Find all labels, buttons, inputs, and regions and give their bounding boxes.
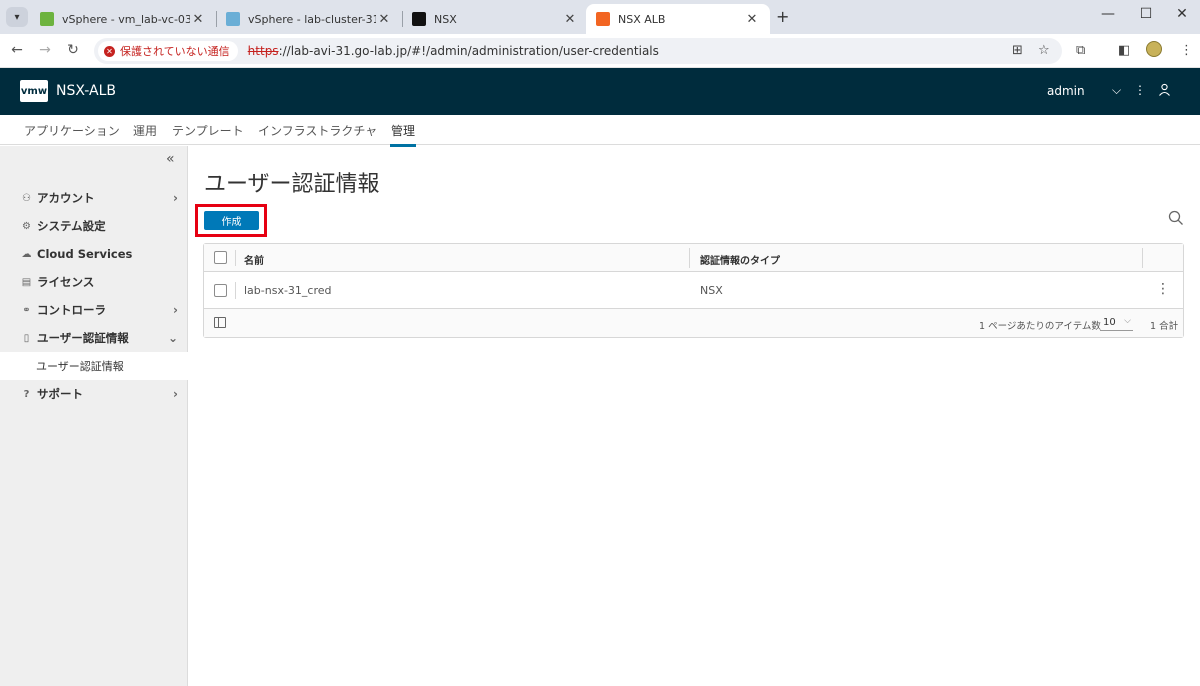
column-header-name[interactable]: 名前 [244,252,264,267]
chevron-right-icon: › [173,191,178,205]
cell-type: NSX [700,284,723,297]
sidebar-item-support[interactable]: ? サポート › [0,380,188,408]
sidebar-item-licensing[interactable]: ▤ ライセンス [0,268,188,296]
new-tab-icon[interactable]: + [776,7,789,26]
column-divider[interactable] [689,248,690,268]
nav-operations[interactable]: 運用 [133,122,157,139]
close-tab-icon[interactable]: ✕ [190,12,206,27]
profile-avatar[interactable] [1146,41,1162,57]
browser-tab-strip: ▾ vSphere - vm_lab-vc-03 - サマリ ✕ vSphere… [0,0,1200,34]
translate-icon[interactable]: ⊞ [1012,43,1023,58]
vsphere-favicon-icon [226,12,240,26]
vmware-logo: vmw [20,80,48,102]
select-all-checkbox[interactable] [214,251,227,264]
bookmark-star-icon[interactable]: ☆ [1038,43,1050,58]
browser-tab-vsphere-cluster[interactable]: vSphere - lab-cluster-31 - ネット ✕ [216,4,402,34]
forward-icon[interactable]: → [36,42,54,58]
chevron-down-icon: ⌄ [167,331,178,345]
browser-tab-nsx-alb[interactable]: NSX ALB ✕ [586,4,770,34]
grid-header: 名前 認証情報のタイプ [204,244,1183,272]
page-size-label: 1 ページあたりのアイテム数 [979,321,1101,332]
security-indicator[interactable]: ✕ 保護されていない通信 [98,41,238,61]
maximize-icon[interactable]: ☐ [1136,6,1156,22]
sidebar-item-controller[interactable]: ⚭ コントローラ › [0,296,188,324]
sidebar-subitem-user-credentials[interactable]: ユーザー認証情報 [0,352,188,380]
sidebar-item-system-settings[interactable]: ⚙ システム設定 [0,212,188,240]
row-checkbox[interactable] [214,284,227,297]
search-icon[interactable] [1168,210,1184,226]
extensions-icon[interactable]: ⧉ [1076,43,1085,58]
sidebar-item-user-credentials[interactable]: ▯ ユーザー認証情報 ⌄ [0,324,188,352]
nav-administration[interactable]: 管理 [389,122,417,147]
url-text[interactable]: https://lab-avi-31.go-lab.jp/#!/admin/ad… [248,44,659,58]
browser-tab-vsphere-vm[interactable]: vSphere - vm_lab-vc-03 - サマリ ✕ [30,4,216,34]
vsphere-favicon-icon [40,12,54,26]
browser-menu-icon[interactable]: ⋮ [1180,43,1193,58]
row-actions-icon[interactable]: ⋮ [1156,281,1170,297]
chevron-down-icon[interactable]: ⌵ [1112,83,1121,98]
cluster-icon: ⚭ [22,304,31,316]
nav-applications[interactable]: アプリケーション [24,122,120,139]
total-count: 1 合計 [1150,321,1179,332]
omnibox[interactable]: ✕ 保護されていない通信 https://lab-avi-31.go-lab.j… [94,38,1062,64]
app-header: vmw NSX-ALB admin ⌵ ⋮ [0,68,1200,115]
create-button[interactable]: 作成 [204,211,259,230]
close-tab-icon[interactable]: ✕ [562,12,578,27]
sidebar: « ⚇ アカウント › ⚙ システム設定 ☁ Cloud Services ▤ … [0,146,188,686]
column-switch-icon[interactable] [214,317,226,328]
user-icon[interactable] [1158,83,1171,99]
table-row[interactable]: lab-nsx-31_cred NSX ⋮ [204,272,1183,309]
side-panel-icon[interactable]: ◧ [1118,43,1130,58]
address-bar-row: ← → ↻ ✕ 保護されていない通信 https://lab-avi-31.go… [0,34,1200,68]
main-nav: アプリケーション 運用 テンプレート インフラストラクチャ 管理 [0,115,1200,147]
nav-infrastructure[interactable]: インフラストラクチャ [258,122,377,139]
sidebar-item-cloud-services[interactable]: ☁ Cloud Services [0,240,188,268]
minimize-icon[interactable]: — [1098,6,1118,22]
close-tab-icon[interactable]: ✕ [376,12,392,27]
chevron-down-icon: ⌵ [1124,316,1131,326]
license-icon: ▤ [21,276,32,288]
cloud-services-icon: ☁ [21,248,32,260]
close-window-icon[interactable]: ✕ [1172,6,1192,22]
back-icon[interactable]: ← [8,42,26,58]
browser-tab-nsx[interactable]: NSX ✕ [402,4,588,34]
help-icon: ? [23,388,30,400]
chevron-down-icon: ▾ [14,11,20,23]
app-name: NSX-ALB [56,83,116,99]
user-menu[interactable]: admin [1047,84,1085,98]
more-vertical-icon[interactable]: ⋮ [1134,83,1146,97]
column-header-type[interactable]: 認証情報のタイプ [700,252,780,267]
nav-templates[interactable]: テンプレート [172,122,244,139]
avi-favicon-icon [596,12,610,26]
cell-name[interactable]: lab-nsx-31_cred [244,284,332,297]
sidebar-item-accounts[interactable]: ⚇ アカウント › [0,184,188,212]
nsx-favicon-icon [412,12,426,26]
collapse-sidebar-icon[interactable]: « [166,151,175,167]
page-title: ユーザー認証情報 [204,172,380,197]
column-divider[interactable] [1142,248,1143,268]
grid-footer: 1 ページあたりのアイテム数 10 ⌵ 1 合計 [204,309,1183,337]
column-divider [235,282,236,299]
chevron-right-icon: › [173,387,178,401]
clipboard-icon: ▯ [23,332,30,344]
chevron-right-icon: › [173,303,178,317]
credentials-grid: 名前 認証情報のタイプ lab-nsx-31_cred NSX ⋮ 1 ページあ… [203,243,1184,338]
cog-icon: ⚙ [22,220,31,232]
tab-search-button[interactable]: ▾ [6,7,28,27]
people-icon: ⚇ [22,192,31,204]
reload-icon[interactable]: ↻ [64,42,82,58]
warning-icon: ✕ [104,45,115,57]
close-tab-icon[interactable]: ✕ [744,12,760,27]
page-size-select[interactable]: 10 ⌵ [1100,314,1133,331]
column-divider [235,250,236,266]
